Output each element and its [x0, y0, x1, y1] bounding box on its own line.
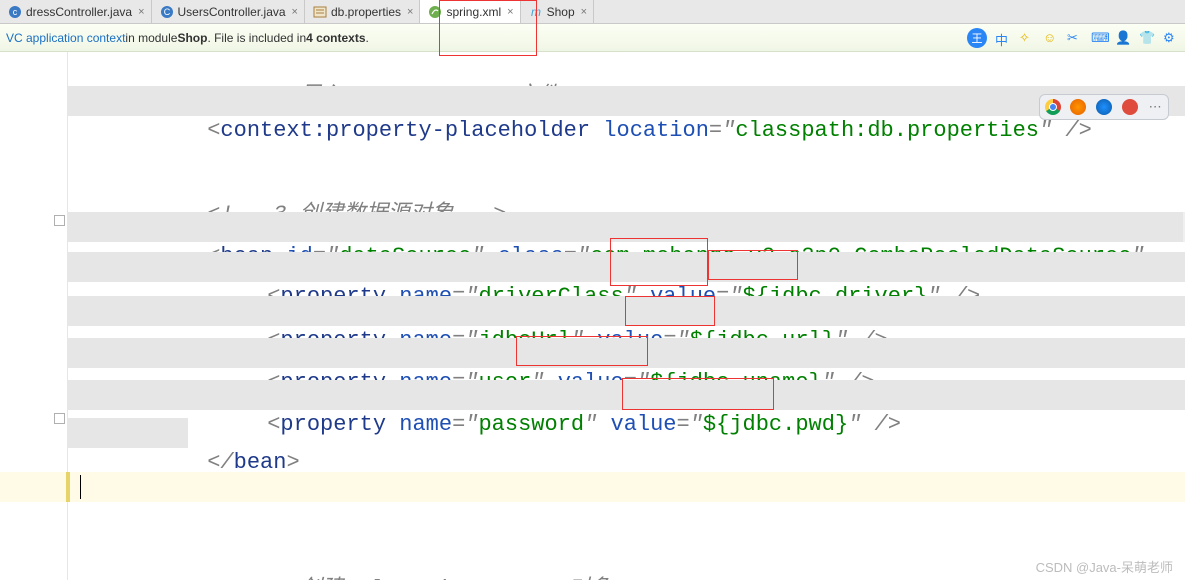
watermark-text: CSDN @Java-呆萌老师	[1036, 557, 1173, 576]
java-class-icon: c	[8, 5, 22, 19]
code-line: <property name="driverClass" value="${jd…	[68, 252, 1185, 282]
text-cursor	[80, 475, 81, 499]
shirt-icon[interactable]: 👕	[1139, 30, 1155, 46]
code-line: </bean>	[68, 418, 188, 448]
svg-text:c: c	[13, 7, 18, 17]
firefox-icon[interactable]	[1070, 99, 1086, 115]
code-editor[interactable]: <!-- 2.导入db.properties文件--> <context:pro…	[0, 52, 1185, 580]
code-line: <property name="user" value="${jdbc.unam…	[68, 338, 1185, 368]
tab-label: db.properties	[331, 5, 401, 19]
close-icon[interactable]: ×	[292, 6, 298, 18]
chrome-icon[interactable]	[1045, 99, 1061, 115]
opera-icon[interactable]	[1122, 99, 1138, 115]
code-line: <context:property-placeholder location="…	[68, 86, 1185, 116]
info-text: . File is included in	[207, 31, 306, 45]
close-icon[interactable]: ×	[407, 6, 413, 18]
module-name: Shop	[177, 31, 207, 45]
context-info-bar: VC application context in module Shop . …	[0, 24, 1185, 52]
svg-text:m: m	[531, 5, 541, 19]
module-icon: m	[529, 5, 543, 19]
safari-icon[interactable]	[1096, 99, 1112, 115]
fold-indicator[interactable]	[54, 413, 65, 424]
tab-label: UsersController.java	[178, 5, 286, 19]
java-class-icon: C	[160, 5, 174, 19]
tab-userscontroller[interactable]: C UsersController.java ×	[152, 0, 305, 23]
sparkle-icon[interactable]: ✧	[1019, 30, 1035, 46]
gear-icon[interactable]: ⚙	[1163, 30, 1179, 46]
tab-label: Shop	[547, 5, 575, 19]
tab-bar: c dressController.java × C UsersControll…	[0, 0, 1185, 24]
tab-label: spring.xml	[446, 5, 501, 19]
properties-file-icon	[313, 5, 327, 19]
tab-shop[interactable]: m Shop ×	[521, 0, 594, 23]
tab-dresscontroller[interactable]: c dressController.java ×	[0, 0, 152, 23]
info-text: .	[366, 31, 369, 45]
spring-config-icon	[428, 5, 442, 19]
user-avatar[interactable]: 王	[967, 28, 987, 48]
svg-text:C: C	[163, 7, 170, 17]
fold-indicator[interactable]	[54, 215, 65, 226]
code-line: <property name="password" value="${jdbc.…	[68, 380, 1185, 410]
close-icon[interactable]: ×	[507, 6, 513, 18]
floating-icon-bar[interactable]: ⋯	[1039, 94, 1169, 120]
smiley-icon[interactable]: ☺	[1043, 30, 1059, 46]
toolbar-right: 王 中 ✧ ☺ ✂ ⌨ 👤 👕 ⚙	[967, 28, 1179, 48]
context-count: 4 contexts	[306, 31, 365, 45]
scissors-icon[interactable]: ✂	[1067, 30, 1083, 46]
info-text: in module	[125, 31, 177, 45]
context-link[interactable]: VC application context	[6, 31, 125, 45]
ime-icon[interactable]: 中	[995, 30, 1011, 46]
close-icon[interactable]: ×	[581, 6, 587, 18]
close-icon[interactable]: ×	[138, 6, 144, 18]
person-icon[interactable]: 👤	[1115, 30, 1131, 46]
tab-dbproperties[interactable]: db.properties ×	[305, 0, 420, 23]
code-area[interactable]: <!-- 2.导入db.properties文件--> <context:pro…	[68, 52, 1185, 580]
tab-label: dressController.java	[26, 5, 132, 19]
tab-spring-xml[interactable]: spring.xml ×	[420, 0, 520, 23]
code-line: <bean id="dataSource" class="com.mchange…	[68, 212, 1185, 242]
keyboard-icon[interactable]: ⌨	[1091, 30, 1107, 46]
code-line: <property name="jdbcUrl" value="${jdbc.u…	[68, 296, 1185, 326]
more-icon[interactable]: ⋯	[1147, 99, 1163, 115]
